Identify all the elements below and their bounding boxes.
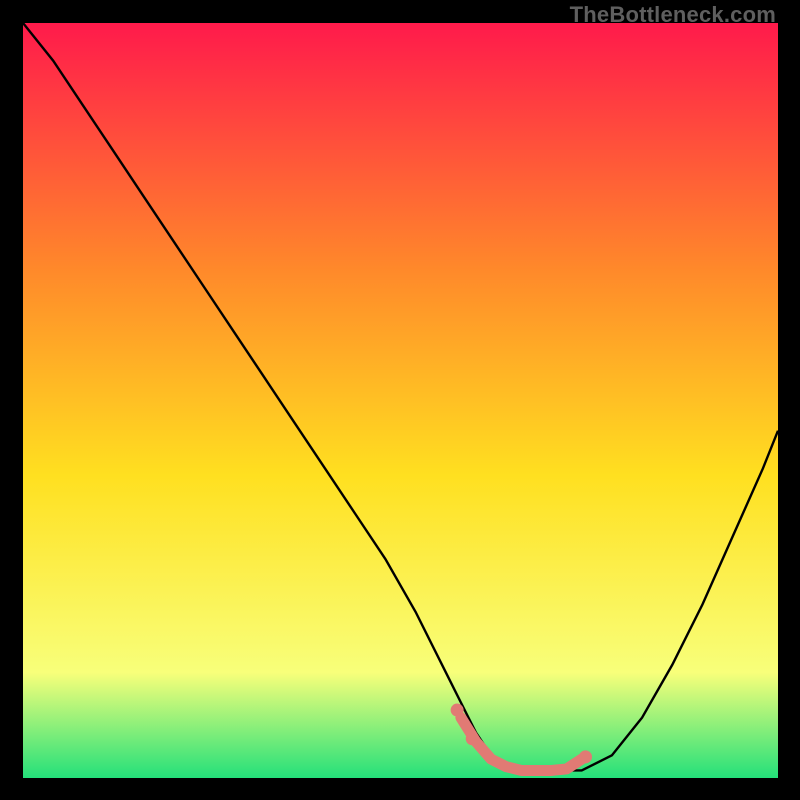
- optimal-marker-dot: [466, 732, 479, 745]
- bottleneck-chart: [23, 23, 778, 778]
- optimal-marker-dot: [451, 704, 464, 717]
- gradient-background: [23, 23, 778, 778]
- chart-stage: TheBottleneck.com: [0, 0, 800, 800]
- plot-area: [23, 23, 778, 778]
- optimal-marker-dot: [579, 750, 592, 763]
